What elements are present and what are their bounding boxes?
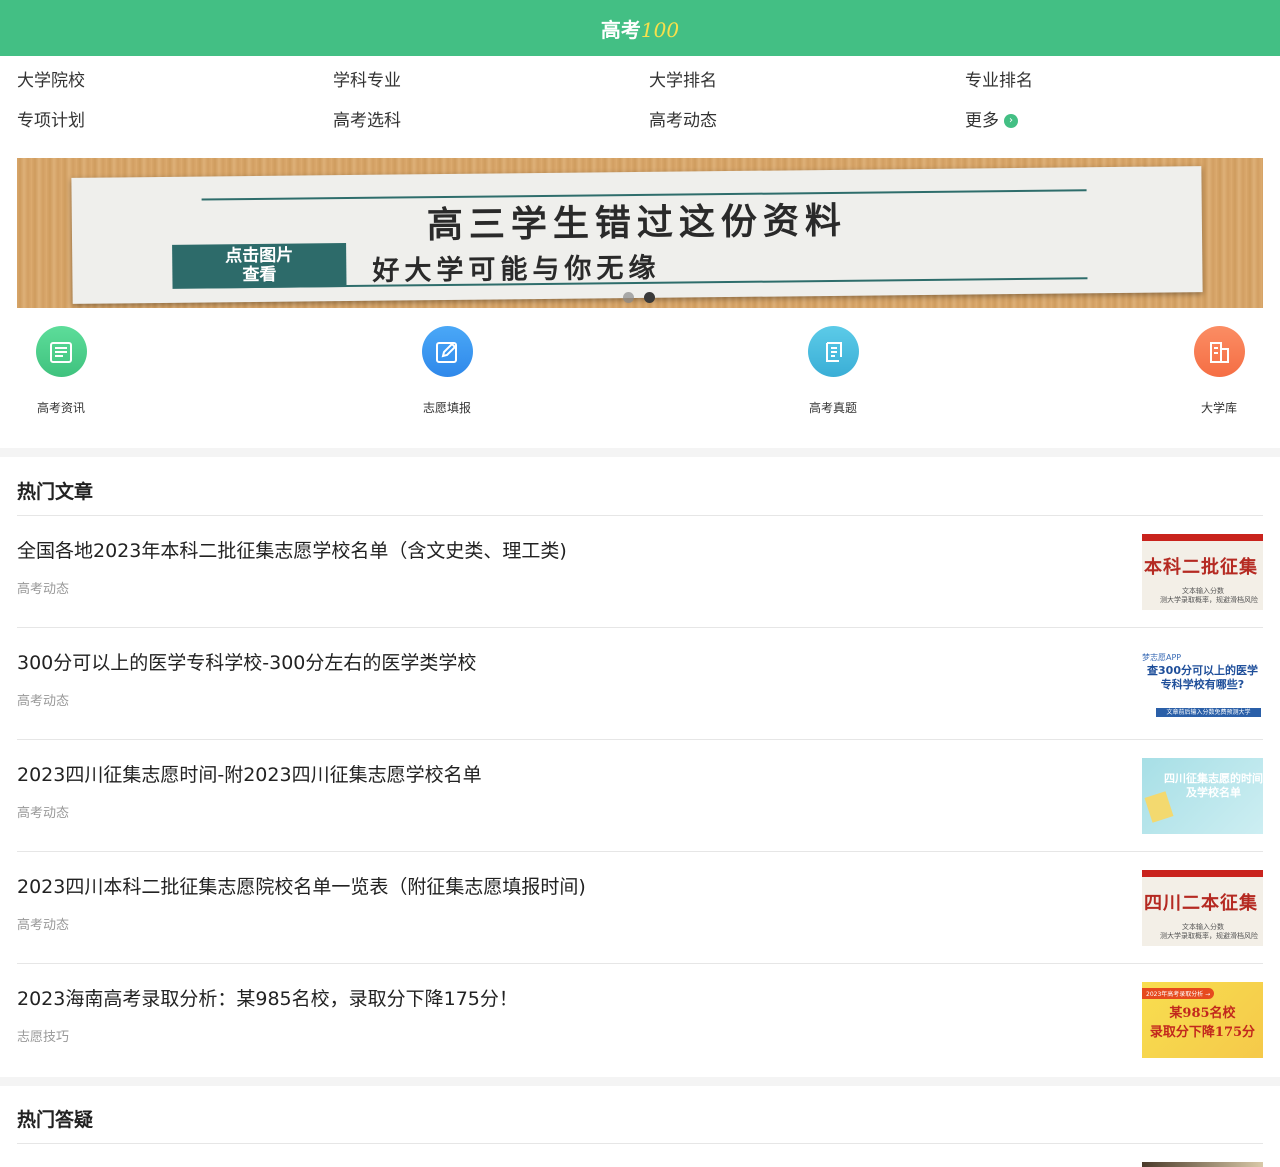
thumb-tag: 2023年高考录取分析 → — [1142, 988, 1215, 999]
article-thumbnail[interactable]: 四川二本征集 文本输入分数 测大学录取概率，规避滑档风险 — [1142, 870, 1263, 946]
article-category: 高考动态 — [17, 582, 70, 597]
banner-subtitle: 好大学可能与你无缘 — [372, 252, 661, 287]
hot-articles-title: 热门文章 — [17, 481, 94, 503]
thumb-headline-line1: 某985名校 — [1169, 1006, 1236, 1021]
section-divider — [0, 448, 1280, 457]
carousel-dot-active[interactable] — [644, 292, 655, 303]
quick-link-label: 高考真题 — [808, 401, 857, 415]
nav-item-universities[interactable]: 大学院校 — [17, 70, 333, 92]
article-item[interactable]: 2023海南高考录取分析：某985名校，录取分下降175分！ 志愿技巧 2023… — [17, 964, 1263, 1076]
quick-link-label: 高考资讯 — [36, 401, 85, 415]
article-title[interactable]: 2023海南高考录取分析：某985名校，录取分下降175分！ — [17, 984, 518, 1011]
edit-icon — [421, 326, 473, 377]
thumb-headline-line2: 录取分下降175分 — [1149, 1025, 1256, 1040]
thumb-headline: 查300分可以上的医学 专科学校有哪些? — [1144, 664, 1261, 692]
quick-link-past-papers[interactable]: 高考真题 — [788, 326, 878, 416]
thumb-caption: 文本输入分数 测大学录取概率，规避滑档风险 — [1160, 587, 1258, 605]
thumb-bar: 文章前后输入分数免费预测大学 — [1156, 708, 1261, 717]
article-title[interactable]: 300分可以上的医学专科学校-300分左右的医学类学校 — [17, 648, 476, 675]
thumb-headline: 四川二本征集 — [1144, 893, 1258, 914]
thumb-caption-line1: 文本输入分数 — [1182, 923, 1224, 931]
quick-link-exam-news[interactable]: 高考资讯 — [16, 326, 106, 416]
article-category: 高考动态 — [17, 918, 70, 933]
quick-links: 高考资讯 志愿填报 高考真题 大学库 — [0, 326, 1280, 436]
hot-qa-title: 热门答疑 — [17, 1109, 94, 1131]
banner-tag-line1: 点击图片 — [225, 245, 294, 267]
article-item[interactable]: 2023四川征集志愿时间-附2023四川征集志愿学校名单 高考动态 四川征集志愿… — [17, 740, 1263, 852]
article-title[interactable]: 2023四川本科二批征集志愿院校名单一览表（附征集志愿填报时间) — [17, 872, 586, 899]
article-title[interactable]: 2023四川征集志愿时间-附2023四川征集志愿学校名单 — [17, 760, 482, 787]
thumb-headline: 本科二批征集 — [1144, 557, 1258, 578]
article-thumbnail[interactable]: 梦志愿APP 查300分可以上的医学 专科学校有哪些? 文章前后输入分数免费预测大… — [1142, 646, 1263, 722]
thumb-headline-line1: 查300分可以上的医学 — [1147, 664, 1258, 677]
thumb-headline-line1: 四川征集志愿的时间 — [1164, 772, 1263, 785]
promo-banner[interactable]: 高三学生错过这份资料 点击图片 查看 好大学可能与你无缘 — [17, 158, 1263, 308]
document-icon — [35, 326, 87, 377]
article-category: 高考动态 — [17, 806, 70, 821]
article-thumbnail[interactable]: 四川征集志愿的时间 及学校名单 — [1142, 758, 1263, 834]
nav-item-exam-news[interactable]: 高考动态 — [649, 110, 965, 132]
quick-link-label: 志愿填报 — [422, 401, 471, 415]
top-header: 高考100 — [0, 0, 1280, 56]
qa-thumbnail[interactable] — [1142, 1162, 1263, 1167]
thumb-headline-line2: 专科学校有哪些? — [1160, 678, 1245, 691]
thumb-brand: 梦志愿APP — [1142, 653, 1182, 662]
thumb-caption-line2: 测大学录取概率，规避滑档风险 — [1160, 596, 1258, 604]
banner-title: 高三学生错过这份资料 — [426, 200, 848, 247]
article-item[interactable]: 300分可以上的医学专科学校-300分左右的医学类学校 高考动态 梦志愿APP … — [17, 628, 1263, 740]
carousel-dot[interactable] — [623, 292, 634, 303]
nav-item-major-ranking[interactable]: 专业排名 — [965, 70, 1265, 92]
article-item[interactable]: 2023四川本科二批征集志愿院校名单一览表（附征集志愿填报时间) 高考动态 四川… — [17, 852, 1263, 964]
chevron-right-icon: › — [1004, 114, 1018, 128]
article-title[interactable]: 全国各地2023年本科二批征集志愿学校名单（含文史类、理工类) — [17, 536, 567, 563]
scroll-icon — [807, 326, 859, 377]
banner-tag-line2: 查看 — [242, 264, 277, 286]
thumb-caption: 文本输入分数 测大学录取概率，规避滑档风险 — [1160, 923, 1258, 941]
carousel-dots — [623, 292, 655, 303]
site-logo[interactable]: 高考100 — [601, 14, 679, 43]
article-thumbnail[interactable]: 本科二批征集 文本输入分数 测大学录取概率，规避滑档风险 — [1142, 534, 1263, 610]
banner-tag: 点击图片 查看 — [172, 243, 347, 289]
article-thumbnail[interactable]: 2023年高考录取分析 → 某985名校录取分下降175分 — [1142, 982, 1263, 1058]
thumb-headline: 某985名校录取分下降175分 — [1142, 1004, 1263, 1042]
thumb-caption-line2: 测大学录取概率，规避滑档风险 — [1160, 932, 1258, 940]
section-rule — [17, 1143, 1263, 1144]
nav-item-subject-selection[interactable]: 高考选科 — [333, 110, 649, 132]
quick-link-volunteer[interactable]: 志愿填报 — [402, 326, 492, 416]
thumb-caption-line1: 文本输入分数 — [1182, 587, 1224, 595]
quick-link-label: 大学库 — [1200, 401, 1237, 415]
building-icon — [1193, 326, 1245, 377]
category-nav: 大学院校 学科专业 大学排名 专业排名 专项计划 高考选科 高考动态 更多 › — [0, 56, 1280, 132]
nav-item-university-ranking[interactable]: 大学排名 — [649, 70, 965, 92]
section-divider — [0, 1077, 1280, 1086]
banner-paper: 高三学生错过这份资料 点击图片 查看 好大学可能与你无缘 — [71, 166, 1203, 304]
thumb-headline-line2: 及学校名单 — [1186, 786, 1241, 799]
nav-item-special-plans[interactable]: 专项计划 — [17, 110, 333, 132]
thumb-headline: 四川征集志愿的时间 及学校名单 — [1164, 772, 1263, 800]
nav-item-majors[interactable]: 学科专业 — [333, 70, 649, 92]
article-item[interactable]: 全国各地2023年本科二批征集志愿学校名单（含文史类、理工类) 高考动态 本科二… — [17, 516, 1263, 628]
article-category: 志愿技巧 — [17, 1030, 70, 1045]
quick-link-university-library[interactable]: 大学库 — [1174, 326, 1264, 416]
nav-item-more[interactable]: 更多 › — [965, 110, 1265, 132]
article-category: 高考动态 — [17, 694, 70, 709]
nav-more-label: 更多 — [965, 111, 999, 131]
